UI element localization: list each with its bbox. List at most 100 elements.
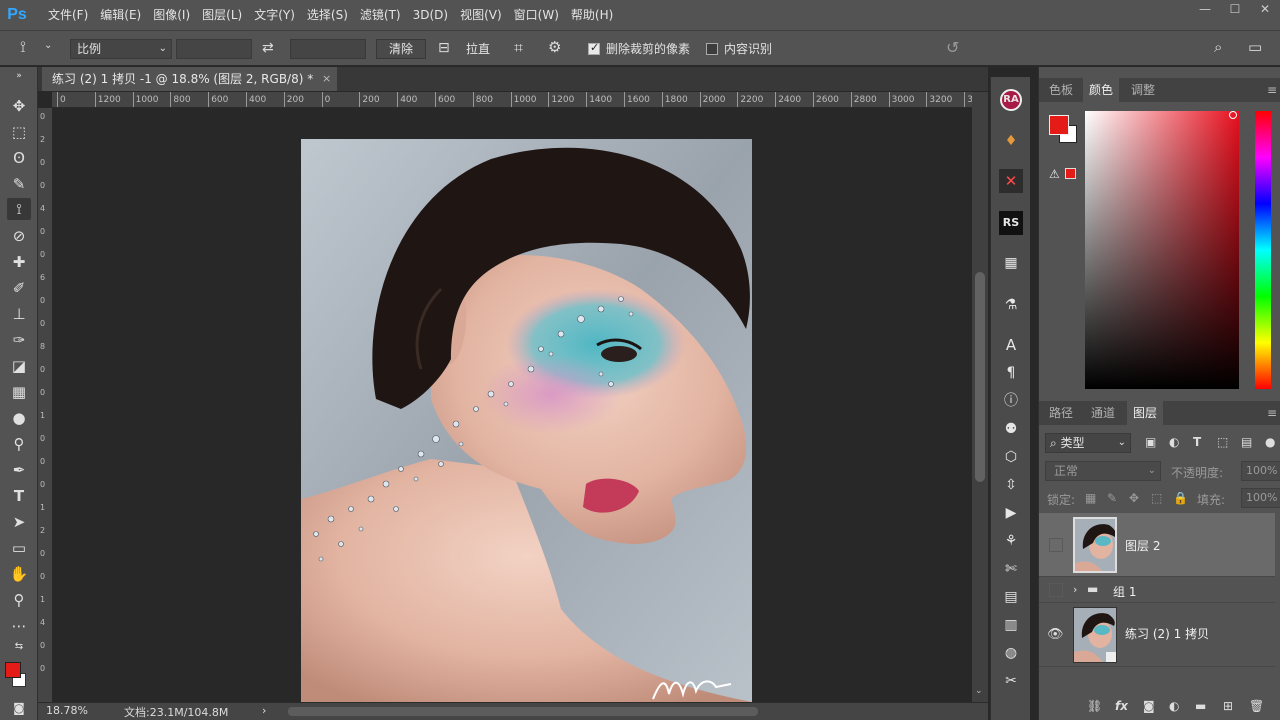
blend-mode-select[interactable]: 正常 ⌄: [1045, 461, 1161, 481]
panel-menu-icon[interactable]: ≡: [1267, 401, 1277, 425]
more-tools-icon[interactable]: ⋯: [7, 615, 31, 637]
tool-presets-icon[interactable]: ✄: [999, 557, 1023, 581]
color-foreground-swatch[interactable]: [1049, 115, 1069, 135]
straighten-label[interactable]: 拉直: [466, 39, 490, 59]
adjustments-icon[interactable]: ⇳: [999, 473, 1023, 497]
type-tool-icon[interactable]: T: [7, 485, 31, 507]
collapse-icon[interactable]: »: [7, 71, 31, 81]
crop-tool-preset-icon[interactable]: ⟟: [20, 39, 26, 55]
scroll-down-icon[interactable]: ⌄: [975, 686, 983, 696]
hand-tool-icon[interactable]: ✋: [7, 563, 31, 585]
move-tool-icon[interactable]: ✥: [7, 95, 31, 117]
color-picker-cursor[interactable]: [1229, 111, 1237, 119]
info-icon[interactable]: ⓘ: [999, 389, 1023, 413]
canvas-area[interactable]: [52, 108, 972, 702]
lock-position-icon[interactable]: ✥: [1129, 491, 1139, 505]
layer-visibility-toggle[interactable]: [1049, 583, 1063, 597]
delete-icon[interactable]: 🗑: [1249, 699, 1264, 713]
swap-colors-icon[interactable]: ⇆: [7, 641, 31, 653]
lasso-tool-icon[interactable]: ʘ: [7, 147, 31, 169]
crop-height-input[interactable]: [290, 39, 366, 59]
adjustment-layer-icon[interactable]: ◐: [1169, 699, 1179, 713]
filter-type-icon[interactable]: T: [1193, 435, 1201, 449]
brush-settings-icon[interactable]: ⚘: [999, 529, 1023, 553]
new-layer-icon[interactable]: ⊞: [1223, 699, 1233, 713]
grid-plugin-icon[interactable]: ▦: [999, 251, 1023, 275]
layer-name[interactable]: 图层 2: [1125, 537, 1160, 554]
quick-select-tool-icon[interactable]: ✎: [7, 173, 31, 195]
stamp-tool-icon[interactable]: ⊥: [7, 303, 31, 325]
tools-icon[interactable]: ✂: [999, 669, 1023, 693]
layer-visibility-toggle[interactable]: [1049, 538, 1063, 552]
filter-pixel-icon[interactable]: ▣: [1145, 435, 1156, 449]
filter-shape-icon[interactable]: ⬚: [1217, 435, 1228, 449]
scrollbar-thumb[interactable]: [975, 272, 985, 482]
canvas-vertical-scrollbar[interactable]: ⌄: [972, 92, 988, 702]
link-icon[interactable]: ⛓: [1087, 699, 1102, 713]
menu-item[interactable]: 图层(L): [196, 0, 248, 30]
photo-artwork[interactable]: [301, 139, 752, 702]
menu-item[interactable]: 图像(I): [147, 0, 196, 30]
brush-tool-icon[interactable]: ✐: [7, 277, 31, 299]
horizontal-scrollbar[interactable]: [288, 707, 758, 716]
swap-icon[interactable]: ⇄: [262, 41, 274, 55]
menu-item[interactable]: 编辑(E): [94, 0, 147, 30]
minimize-button[interactable]: —: [1190, 0, 1220, 18]
eye-icon[interactable]: 👁: [1047, 627, 1064, 642]
quick-mask-icon[interactable]: ◙: [7, 697, 31, 719]
tab-paths[interactable]: 路径: [1043, 401, 1079, 425]
tab-adjustments[interactable]: 调整: [1125, 78, 1161, 102]
clear-button[interactable]: 清除: [376, 39, 426, 59]
search-icon[interactable]: ⌕: [1214, 40, 1222, 55]
filter-adjustment-icon[interactable]: ◐: [1169, 435, 1179, 449]
path-select-tool-icon[interactable]: ➤: [7, 511, 31, 533]
zoom-level[interactable]: 18.78%: [46, 704, 88, 717]
layer-row[interactable]: 👁 练习 (2) 1 拷贝: [1039, 603, 1275, 667]
layer-row[interactable]: › ▬ 组 1: [1039, 577, 1275, 603]
gear-icon[interactable]: ⚙: [548, 40, 561, 55]
paragraph-icon[interactable]: ¶: [999, 361, 1023, 385]
close-window-button[interactable]: ✕: [1250, 0, 1280, 18]
status-menu-arrow[interactable]: ›: [262, 704, 266, 717]
pen-tool-icon[interactable]: ✒: [7, 459, 31, 481]
lock-all-icon[interactable]: 🔒: [1173, 491, 1188, 505]
clone-source-icon[interactable]: ⚉: [999, 417, 1023, 441]
ratio-select[interactable]: 比例 ⌄: [70, 39, 172, 59]
workspace-icon[interactable]: ▭: [1248, 40, 1262, 55]
filter-smart-icon[interactable]: ▤: [1241, 435, 1252, 449]
straighten-icon[interactable]: ⊟: [438, 41, 450, 55]
close-tab-button[interactable]: ×: [322, 67, 331, 91]
fx-icon[interactable]: fx: [1115, 699, 1128, 713]
rs-badge-icon[interactable]: RS: [999, 211, 1023, 235]
content-aware-checkbox[interactable]: [706, 43, 718, 55]
eraser-tool-icon[interactable]: ◪: [7, 355, 31, 377]
chevron-right-icon[interactable]: ›: [1073, 583, 1077, 596]
layer-filter-select[interactable]: ⌕ 类型 ⌄: [1045, 433, 1131, 453]
tab-swatches[interactable]: 色板: [1043, 78, 1079, 102]
lock-transparent-icon[interactable]: ▦: [1085, 491, 1096, 505]
layer-row[interactable]: 图层 2: [1039, 513, 1275, 577]
menu-item[interactable]: 视图(V): [454, 0, 508, 30]
tab-layers[interactable]: 图层: [1127, 401, 1164, 425]
menu-item[interactable]: 文件(F): [42, 0, 94, 30]
new-group-icon[interactable]: ▬: [1195, 699, 1206, 713]
opacity-input[interactable]: 100%: [1241, 461, 1280, 481]
dodge-tool-icon[interactable]: ⚲: [7, 433, 31, 455]
maximize-button[interactable]: ☐: [1220, 0, 1250, 18]
tab-color[interactable]: 颜色: [1083, 78, 1120, 102]
menu-item[interactable]: 窗口(W): [508, 0, 565, 30]
panel-menu-icon[interactable]: ≡: [1267, 78, 1277, 102]
overlay-grid-icon[interactable]: ⌗: [514, 40, 523, 56]
palette-icon[interactable]: ♦: [999, 129, 1023, 153]
tab-channels[interactable]: 通道: [1085, 401, 1121, 425]
blur-tool-icon[interactable]: ●: [7, 407, 31, 429]
menu-item[interactable]: 3D(D): [407, 0, 454, 30]
chevron-down-icon[interactable]: ⌄: [44, 41, 52, 51]
fill-input[interactable]: 100%: [1241, 488, 1280, 508]
play-icon[interactable]: ▶: [999, 501, 1023, 525]
notes-icon[interactable]: ▥: [999, 613, 1023, 637]
marquee-tool-icon[interactable]: ⬚: [7, 121, 31, 143]
lock-image-icon[interactable]: ✎: [1107, 491, 1117, 505]
menu-item[interactable]: 滤镜(T): [354, 0, 407, 30]
layer-name[interactable]: 组 1: [1113, 583, 1136, 600]
